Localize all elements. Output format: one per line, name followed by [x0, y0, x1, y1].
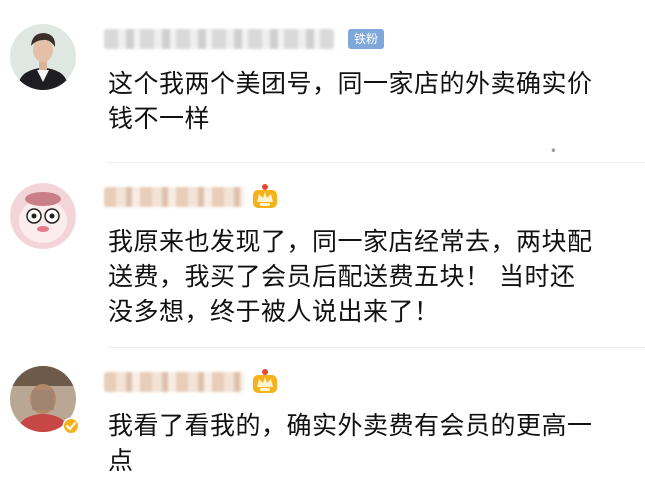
username[interactable] [104, 372, 244, 392]
comment-item: 铁粉 这个我两个美团号，同一家店的外卖确实价 钱不一样 • [0, 0, 645, 160]
username[interactable] [104, 29, 334, 49]
comment-item: 我看了看我的，确实外卖费有会员的更高一 点 [0, 350, 645, 495]
user-avatar-icon [10, 24, 76, 90]
username[interactable] [104, 187, 244, 207]
vip-crown-icon [253, 184, 277, 208]
comment-text-line: 我看了看我的，确实外卖费有会员的更高一 [108, 411, 593, 440]
comment-text: 我原来也发现了，同一家店经常去，两块配 送费，我买了会员后配送费五块！ 当时还 … [108, 224, 633, 329]
vip-crown-icon [253, 369, 277, 393]
comment-text-line: 点 [108, 446, 134, 475]
comment-text: 这个我两个美团号，同一家店的外卖确实价 钱不一样 [108, 66, 633, 136]
divider [108, 162, 645, 163]
user-avatar[interactable] [10, 24, 76, 90]
divider [108, 347, 645, 348]
comment-text-line: 没多想，终于被人说出来了！ [108, 297, 440, 326]
user-avatar[interactable] [10, 183, 76, 249]
comment-text-line: 我原来也发现了，同一家店经常去，两块配 [108, 227, 593, 256]
verified-badge-icon [62, 417, 80, 435]
comment-text-line: 这个我两个美团号，同一家店的外卖确实价 [108, 69, 593, 98]
comment-text: 我看了看我的，确实外卖费有会员的更高一 点 [108, 408, 633, 478]
comment-text-line: 钱不一样 [108, 104, 211, 133]
comment-text-line: 送费，我买了会员后配送费五块！ 当时还 [108, 262, 576, 291]
fan-badge: 铁粉 [348, 29, 385, 49]
user-avatar-icon [10, 183, 76, 249]
more-options-icon[interactable]: • [550, 144, 557, 158]
comment-item: 我原来也发现了，同一家店经常去，两块配 送费，我买了会员后配送费五块！ 当时还 … [0, 165, 645, 345]
comment-list: 铁粉 这个我两个美团号，同一家店的外卖确实价 钱不一样 • 我原来也发现了，同一… [0, 0, 645, 495]
